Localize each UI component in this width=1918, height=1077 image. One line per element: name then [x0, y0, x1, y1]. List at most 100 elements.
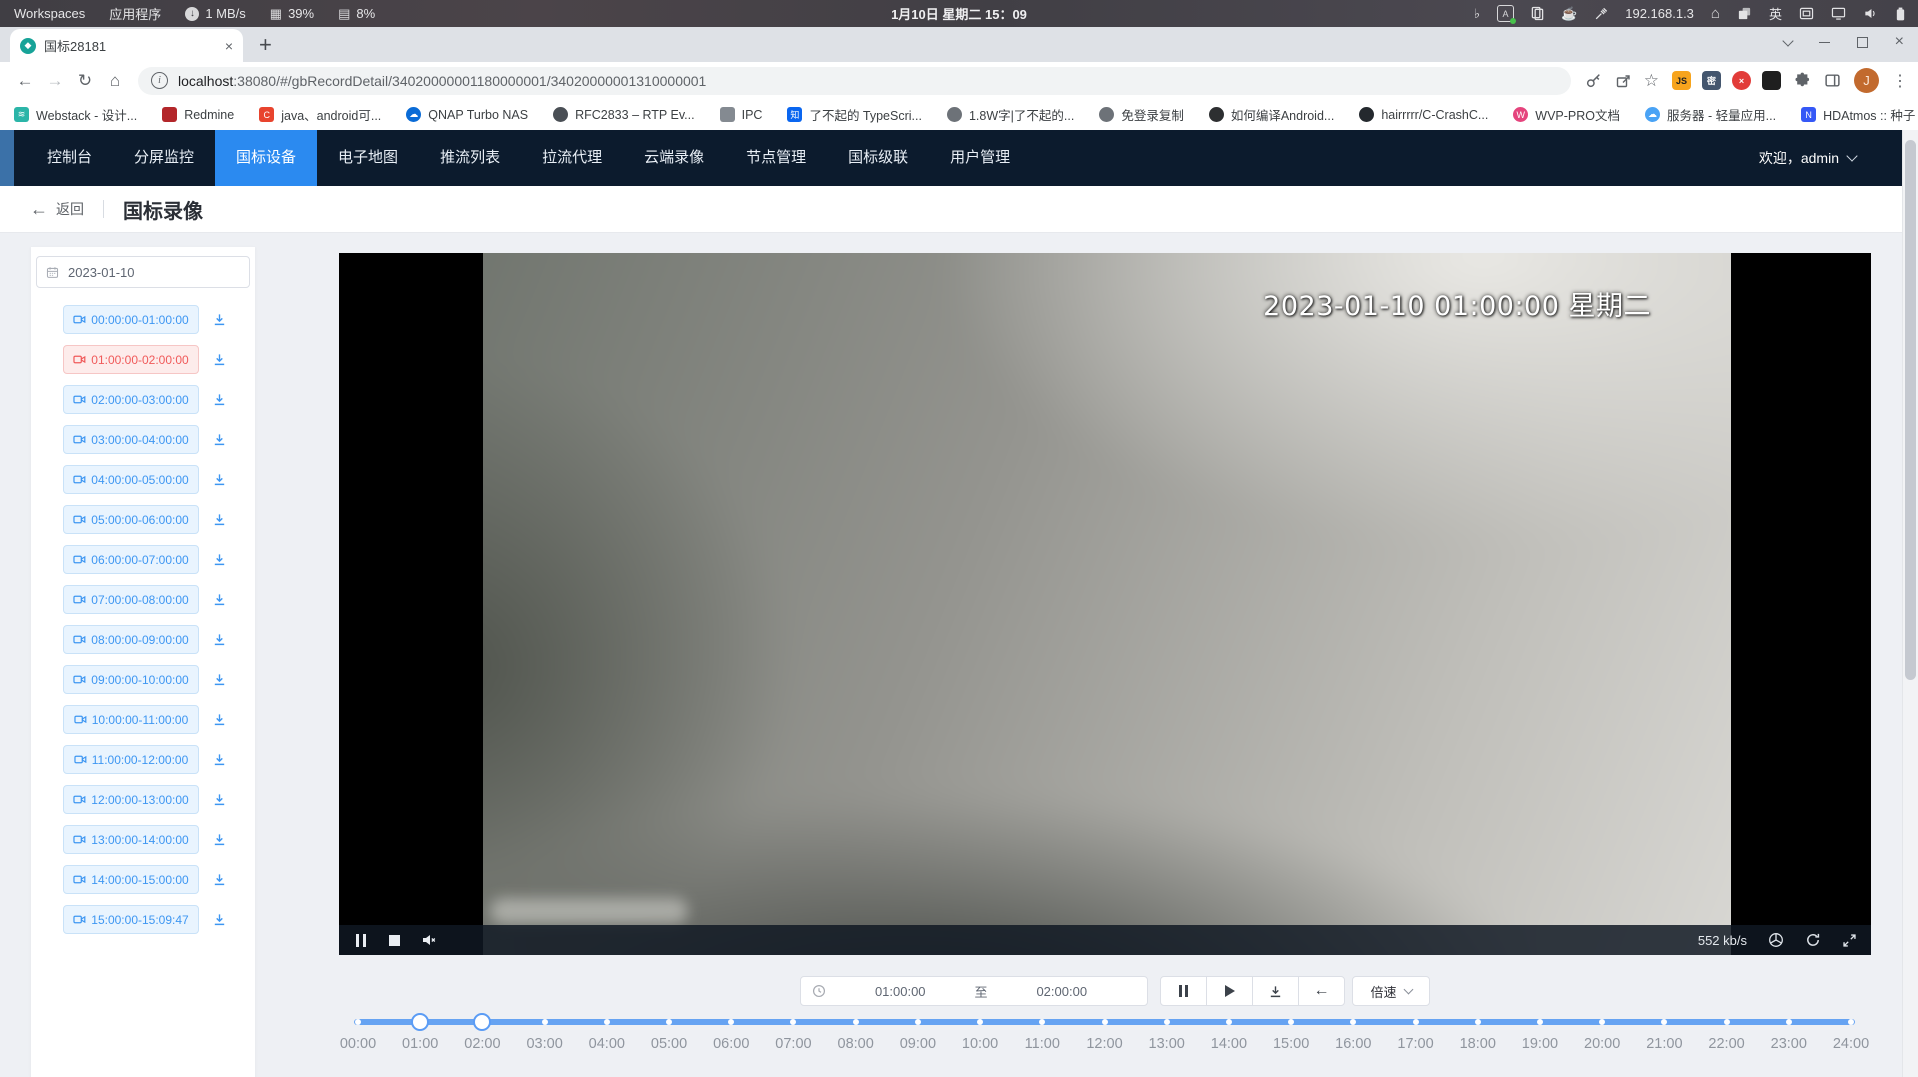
segment-download-button[interactable]	[212, 672, 227, 687]
segment-button[interactable]: 03:00:00-04:00:00	[63, 425, 199, 454]
segment-button[interactable]: 00:00:00-01:00:00	[63, 305, 199, 334]
extension-icon-2[interactable]: ×	[1732, 71, 1751, 90]
coffee-icon[interactable]: ☕	[1561, 6, 1577, 22]
extension-icon-3[interactable]	[1762, 71, 1781, 90]
bookmark-item[interactable]: Cjava、android可...	[259, 105, 381, 124]
menu-kebab-icon[interactable]: ⋮	[1892, 71, 1908, 91]
nav-tab-3[interactable]: 电子地图	[317, 130, 419, 186]
bookmark-item[interactable]: 1.8W字|了不起的...	[947, 105, 1074, 124]
nav-tab-1[interactable]: 分屏监控	[113, 130, 215, 186]
play-button[interactable]	[1206, 976, 1253, 1006]
ip-address[interactable]: 192.168.1.3	[1625, 6, 1694, 21]
segment-button[interactable]: 02:00:00-03:00:00	[63, 385, 199, 414]
nav-tab-4[interactable]: 推流列表	[419, 130, 521, 186]
segment-download-button[interactable]	[212, 752, 227, 767]
time-range-picker[interactable]: 01:00:00 至 02:00:00	[800, 976, 1148, 1006]
segment-button[interactable]: 13:00:00-14:00:00	[63, 825, 199, 854]
segment-download-button[interactable]	[212, 712, 227, 727]
site-info-icon[interactable]: i	[151, 72, 168, 89]
segment-button[interactable]: 08:00:00-09:00:00	[63, 625, 199, 654]
segment-button[interactable]: 15:00:00-15:09:47	[63, 905, 199, 934]
segment-download-button[interactable]	[212, 792, 227, 807]
clipboard-icon[interactable]	[1531, 6, 1544, 21]
segment-button[interactable]: 05:00:00-06:00:00	[63, 505, 199, 534]
refresh-icon[interactable]	[1805, 932, 1821, 948]
page-scrollbar[interactable]	[1902, 130, 1918, 1077]
nav-tab-8[interactable]: 国标级联	[827, 130, 929, 186]
segment-button[interactable]: 11:00:00-12:00:00	[63, 745, 199, 774]
input-method-icon[interactable]: A	[1497, 5, 1514, 22]
segment-button[interactable]: 01:00:00-02:00:00	[63, 345, 199, 374]
segment-button[interactable]: 04:00:00-05:00:00	[63, 465, 199, 494]
volume-muted-icon[interactable]	[421, 932, 437, 948]
bookmark-item[interactable]: Redmine	[162, 107, 234, 122]
video-stage[interactable]: 2023-01-10 01:00:00 星期二 552 kb/s	[339, 253, 1871, 955]
display-settings-icon[interactable]	[1799, 7, 1814, 20]
back-button[interactable]: ←	[10, 71, 40, 91]
bookmark-item[interactable]: WWVP-PRO文档	[1513, 105, 1620, 124]
bookmark-star-icon[interactable]: ☆	[1644, 71, 1659, 91]
segment-download-button[interactable]	[212, 632, 227, 647]
end-time-value[interactable]: 02:00:00	[988, 984, 1137, 999]
nav-tab-9[interactable]: 用户管理	[929, 130, 1031, 186]
forward-button[interactable]: →	[40, 71, 70, 91]
url-text[interactable]: localhost:38080/#/gbRecordDetail/3402000…	[178, 73, 706, 89]
language-indicator[interactable]: 英	[1769, 4, 1782, 23]
bookmark-item[interactable]: hairrrrr/C-CrashC...	[1359, 107, 1488, 122]
download-button[interactable]	[1252, 976, 1299, 1006]
bookmark-item[interactable]: RFC2833 – RTP Ev...	[553, 107, 695, 122]
segment-button[interactable]: 09:00:00-10:00:00	[63, 665, 199, 694]
monitor-icon[interactable]	[1831, 7, 1846, 20]
battery-icon[interactable]	[1895, 6, 1906, 22]
bookmark-item[interactable]: ☁QNAP Turbo NAS	[406, 107, 528, 122]
scrollbar-thumb[interactable]	[1905, 140, 1916, 680]
extensions-puzzle-icon[interactable]	[1794, 72, 1811, 89]
segment-download-button[interactable]	[212, 912, 227, 927]
workspaces-menu[interactable]: Workspaces	[14, 6, 85, 21]
segment-button[interactable]: 12:00:00-13:00:00	[63, 785, 199, 814]
snapshot-aperture-icon[interactable]	[1768, 932, 1784, 948]
speed-select[interactable]: 倍速	[1352, 976, 1430, 1006]
home-icon[interactable]: ⌂	[1711, 5, 1720, 22]
segment-download-button[interactable]	[212, 472, 227, 487]
back-link[interactable]: ← 返回	[30, 199, 84, 219]
pause-button[interactable]	[1160, 976, 1207, 1006]
workspaces-icon[interactable]	[1737, 6, 1752, 21]
segment-button[interactable]: 10:00:00-11:00:00	[63, 705, 199, 734]
segment-download-button[interactable]	[212, 832, 227, 847]
welcome-user[interactable]: 欢迎，admin	[1759, 148, 1856, 168]
timeline-handle[interactable]	[473, 1013, 491, 1031]
fullscreen-icon[interactable]	[1842, 933, 1857, 948]
bookmark-item[interactable]: 如何编译Android...	[1209, 105, 1335, 124]
start-time-value[interactable]: 01:00:00	[826, 984, 975, 999]
profile-avatar[interactable]: J	[1854, 68, 1879, 93]
player-pause-button[interactable]	[356, 934, 366, 947]
nav-tab-5[interactable]: 拉流代理	[521, 130, 623, 186]
nav-tab-6[interactable]: 云端录像	[623, 130, 725, 186]
timeline[interactable]: 00:0001:0002:0003:0004:0005:0006:0007:00…	[358, 1010, 1851, 1070]
system-clock[interactable]: 1月10日 星期二 15：09	[891, 4, 1027, 23]
bookmark-item[interactable]: IPC	[720, 107, 763, 122]
nav-tab-0[interactable]: 控制台	[26, 130, 113, 186]
bookmark-item[interactable]: ☁服务器 - 轻量应用...	[1645, 105, 1776, 124]
extension-icon-1[interactable]: 密	[1702, 71, 1721, 90]
segment-download-button[interactable]	[212, 352, 227, 367]
reload-button[interactable]: ↻	[70, 71, 100, 91]
segment-download-button[interactable]	[212, 392, 227, 407]
segment-download-button[interactable]	[212, 872, 227, 887]
date-picker[interactable]: 2023-01-10	[36, 256, 250, 288]
window-maximize-button[interactable]	[1857, 37, 1868, 48]
new-tab-button[interactable]: +	[259, 34, 272, 56]
bookmark-item[interactable]: NHDAtmos :: 种子 *...	[1801, 105, 1918, 124]
segment-download-button[interactable]	[212, 312, 227, 327]
extension-icon-0[interactable]: JS	[1672, 71, 1691, 90]
segment-button[interactable]: 06:00:00-07:00:00	[63, 545, 199, 574]
segment-button[interactable]: 14:00:00-15:00:00	[63, 865, 199, 894]
window-minimize-button[interactable]	[1819, 42, 1830, 43]
segment-download-button[interactable]	[212, 512, 227, 527]
nav-tab-7[interactable]: 节点管理	[725, 130, 827, 186]
segment-download-button[interactable]	[212, 592, 227, 607]
url-bar[interactable]: i localhost:38080/#/gbRecordDetail/34020…	[138, 67, 1571, 95]
home-button[interactable]: ⌂	[100, 71, 130, 91]
segment-download-button[interactable]	[212, 432, 227, 447]
